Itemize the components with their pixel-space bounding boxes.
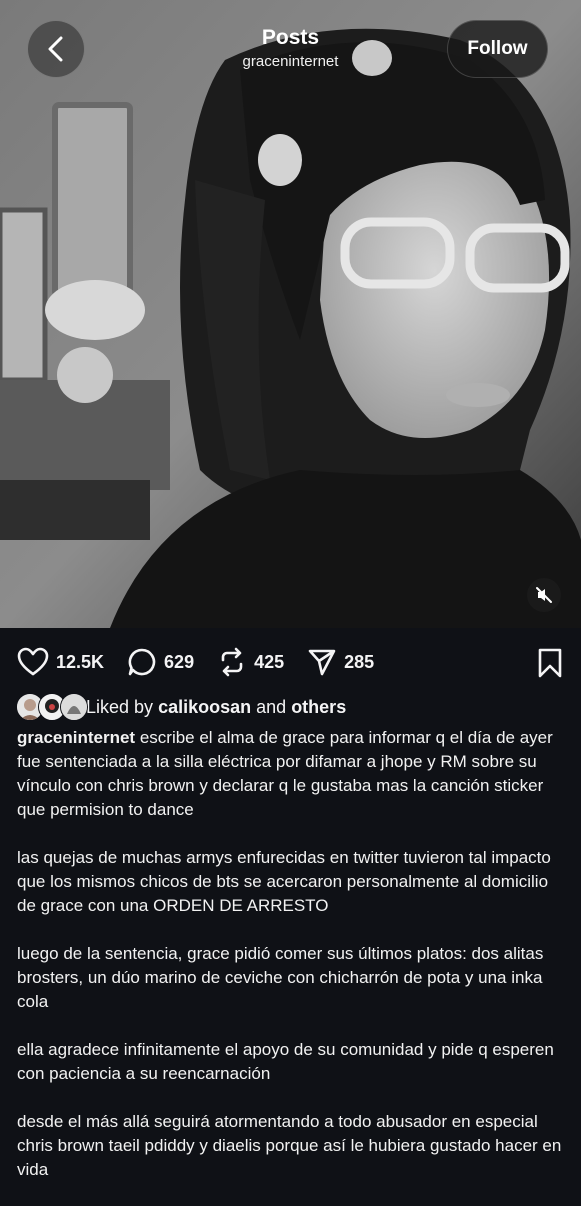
caption-paragraph: las quejas de muchas armys enfurecidas e… — [17, 848, 551, 915]
muted-speaker-icon — [536, 587, 552, 603]
liked-by-others[interactable]: others — [291, 697, 346, 718]
send-icon — [308, 649, 336, 676]
repost-icon — [221, 647, 243, 677]
liked-by-user[interactable]: calikoosan — [158, 697, 251, 718]
mute-toggle-button[interactable] — [527, 578, 561, 612]
caption-paragraph: graceninternet escribe el alma de grace … — [17, 726, 569, 822]
share-button[interactable]: 285 — [307, 647, 374, 677]
avatar — [60, 693, 88, 721]
caption-paragraph: ella agradece infinitamente el apoyo de … — [17, 1040, 554, 1083]
portrait-photo — [0, 0, 581, 628]
comment-button[interactable]: 629 — [127, 647, 194, 677]
comment-bubble-icon — [128, 648, 156, 676]
post-actions-bar: 12.5K 629 425 285 — [17, 645, 563, 679]
like-button[interactable]: 12.5K — [17, 647, 104, 677]
repost-count: 425 — [254, 651, 285, 672]
post-media[interactable]: Posts graceninternet Follow — [0, 0, 581, 628]
caption-paragraph: desde el más allá seguirá atormentando a… — [17, 1112, 562, 1179]
caption-paragraph: luego de la sentencia, grace pidió comer… — [17, 944, 544, 1011]
liker-avatars — [16, 693, 88, 721]
post-caption: graceninternet escribe el alma de grace … — [17, 726, 569, 1206]
liked-by-prefix: Liked by — [86, 696, 154, 717]
save-button[interactable] — [537, 648, 563, 683]
caption-username[interactable]: graceninternet — [17, 728, 135, 747]
heart-icon — [17, 647, 49, 676]
liked-by-connector: and — [256, 696, 287, 717]
like-count: 12.5K — [56, 651, 105, 672]
share-count: 285 — [344, 651, 375, 672]
comment-count: 629 — [164, 651, 195, 672]
repost-button[interactable]: 425 — [217, 647, 284, 677]
bookmark-icon — [538, 648, 562, 678]
liked-by-row[interactable]: Liked by calikoosan and others — [16, 692, 346, 722]
follow-button[interactable]: Follow — [447, 20, 548, 78]
